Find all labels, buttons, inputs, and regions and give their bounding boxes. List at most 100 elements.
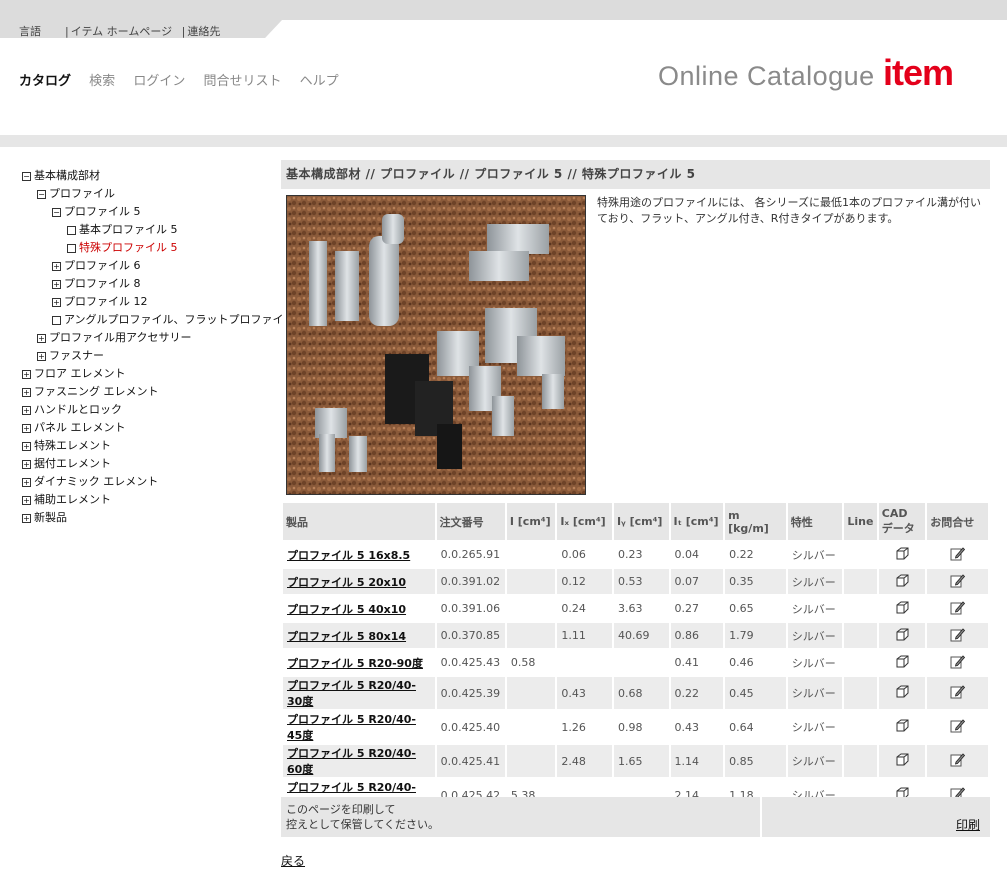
tree-node[interactable]: + 新製品 bbox=[22, 509, 284, 527]
cad-cube-icon[interactable] bbox=[883, 753, 922, 769]
collapse-icon[interactable]: − bbox=[37, 189, 46, 199]
product-link[interactable]: プロファイル 5 80x14 bbox=[287, 630, 406, 643]
tree-node-label[interactable]: ファスニング エレメント bbox=[34, 384, 159, 400]
tree-node-label[interactable]: ダイナミック エレメント bbox=[34, 474, 158, 490]
item-logo[interactable]: item bbox=[883, 52, 954, 94]
nav-login[interactable]: ログイン bbox=[133, 74, 185, 89]
inquiry-pencil-icon[interactable] bbox=[931, 627, 984, 645]
tree-node-label[interactable]: 新製品 bbox=[34, 510, 67, 526]
tree-node-label[interactable]: ハンドルとロック bbox=[34, 402, 122, 418]
column-header: 注文番号 bbox=[436, 503, 505, 540]
tree-node[interactable]: + ハンドルとロック bbox=[22, 401, 284, 419]
expand-icon[interactable]: + bbox=[22, 459, 31, 469]
contact-link[interactable]: 連絡先 bbox=[187, 25, 220, 38]
nav-help[interactable]: ヘルプ bbox=[300, 74, 339, 89]
cell-order: 0.0.370.85 bbox=[436, 623, 505, 648]
tree-node[interactable]: − プロファイル 5 bbox=[22, 203, 284, 221]
main-content: 基本構成部材 // プロファイル // プロファイル 5 // 特殊プロファイル… bbox=[281, 160, 990, 868]
tree-node-label[interactable]: パネル エレメント bbox=[34, 420, 126, 436]
expand-icon[interactable]: + bbox=[22, 387, 31, 397]
inquiry-pencil-icon[interactable] bbox=[931, 684, 984, 702]
language-link[interactable]: 言語 bbox=[19, 25, 41, 38]
tree-node[interactable]: + プロファイル用アクセサリー bbox=[22, 329, 284, 347]
expand-icon[interactable]: + bbox=[22, 513, 31, 523]
expand-icon[interactable]: + bbox=[22, 405, 31, 415]
product-link[interactable]: プロファイル 5 16x8.5 bbox=[287, 549, 410, 562]
collapse-icon[interactable]: − bbox=[52, 207, 61, 217]
expand-icon[interactable]: + bbox=[52, 279, 61, 289]
cell-prop: シルバー bbox=[787, 650, 843, 675]
tree-node-label[interactable]: プロファイル 12 bbox=[64, 294, 148, 310]
tree-node-label[interactable]: プロファイル 5 bbox=[64, 204, 141, 220]
product-link[interactable]: プロファイル 5 R20-90度 bbox=[287, 657, 423, 670]
tree-node[interactable]: + ファスニング エレメント bbox=[22, 383, 284, 401]
cad-cube-icon[interactable] bbox=[883, 685, 922, 701]
table-row: プロファイル 5 R20/40-45度 0.0.425.40 1.26 0.98 0.4… bbox=[283, 711, 988, 743]
tree-node-label[interactable]: プロファイル bbox=[49, 186, 115, 202]
product-link[interactable]: プロファイル 5 40x10 bbox=[287, 603, 406, 616]
inquiry-pencil-icon[interactable] bbox=[931, 718, 984, 736]
tree-node-label[interactable]: 据付エレメント bbox=[34, 456, 111, 472]
tree-node-label[interactable]: 補助エレメント bbox=[34, 492, 111, 508]
expand-icon[interactable]: + bbox=[22, 441, 31, 451]
nav-catalog[interactable]: カタログ bbox=[19, 74, 71, 89]
inquiry-pencil-icon[interactable] bbox=[931, 654, 984, 672]
product-link[interactable]: プロファイル 5 R20/40-30度 bbox=[287, 679, 416, 708]
home-link[interactable]: イテム ホームページ bbox=[71, 25, 172, 38]
cad-cube-icon[interactable] bbox=[883, 628, 922, 644]
tree-node[interactable]: − 基本構成部材 bbox=[22, 167, 284, 185]
tree-node[interactable]: + プロファイル 6 bbox=[22, 257, 284, 275]
expand-icon[interactable]: + bbox=[37, 351, 46, 361]
expand-icon[interactable]: + bbox=[22, 495, 31, 505]
product-link[interactable]: プロファイル 5 R20/40-45度 bbox=[287, 713, 416, 742]
tree-node[interactable]: + プロファイル 12 bbox=[22, 293, 284, 311]
expand-icon[interactable]: + bbox=[22, 477, 31, 487]
expand-icon[interactable]: + bbox=[52, 261, 61, 271]
tree-node[interactable]: + 据付エレメント bbox=[22, 455, 284, 473]
tree-node-label[interactable]: プロファイル用アクセサリー bbox=[49, 330, 191, 346]
product-name-cell: プロファイル 5 16x8.5 bbox=[283, 542, 435, 567]
tree-node-label[interactable]: プロファイル 8 bbox=[64, 276, 141, 292]
tree-node-label[interactable]: アングルプロファイル、フラットプロファイル bbox=[64, 312, 284, 328]
tree-node-label[interactable]: ファスナー bbox=[49, 348, 104, 364]
cad-cube-icon[interactable] bbox=[883, 655, 922, 671]
product-link[interactable]: プロファイル 5 R20/40-60度 bbox=[287, 747, 416, 776]
tree-node-label[interactable]: プロファイル 6 bbox=[64, 258, 141, 274]
tree-node[interactable]: アングルプロファイル、フラットプロファイル bbox=[22, 311, 284, 329]
collapse-icon[interactable]: − bbox=[22, 171, 31, 181]
cad-cube-icon[interactable] bbox=[883, 574, 922, 590]
back-link[interactable]: 戻る bbox=[281, 852, 305, 869]
expand-icon[interactable]: + bbox=[22, 369, 31, 379]
product-name-cell: プロファイル 5 R20-90度 bbox=[283, 650, 435, 675]
expand-icon[interactable]: + bbox=[52, 297, 61, 307]
tree-node-label[interactable]: 基本プロファイル 5 bbox=[79, 222, 178, 238]
tree-node[interactable]: + プロファイル 8 bbox=[22, 275, 284, 293]
cad-cube-icon[interactable] bbox=[883, 601, 922, 617]
tree-node[interactable]: + フロア エレメント bbox=[22, 365, 284, 383]
tree-node[interactable]: 基本プロファイル 5 bbox=[22, 221, 284, 239]
product-link[interactable]: プロファイル 5 20x10 bbox=[287, 576, 406, 589]
tree-node[interactable]: 特殊プロファイル 5 bbox=[22, 239, 284, 257]
inquiry-pencil-icon[interactable] bbox=[931, 546, 984, 564]
expand-icon[interactable]: + bbox=[37, 333, 46, 343]
inquiry-pencil-icon[interactable] bbox=[931, 752, 984, 770]
tree-node-label[interactable]: フロア エレメント bbox=[34, 366, 126, 382]
cad-cube-icon[interactable] bbox=[883, 547, 922, 563]
tree-node-label[interactable]: 特殊プロファイル 5 bbox=[79, 240, 178, 256]
inquiry-pencil-icon[interactable] bbox=[931, 600, 984, 618]
tree-node-label[interactable]: 特殊エレメント bbox=[34, 438, 111, 454]
expand-icon[interactable]: + bbox=[22, 423, 31, 433]
tree-node[interactable]: − プロファイル bbox=[22, 185, 284, 203]
tree-node[interactable]: + 特殊エレメント bbox=[22, 437, 284, 455]
cad-cube-icon[interactable] bbox=[883, 719, 922, 735]
tree-node[interactable]: + パネル エレメント bbox=[22, 419, 284, 437]
print-link[interactable]: 印刷 bbox=[956, 816, 980, 833]
nav-search[interactable]: 検索 bbox=[89, 74, 115, 89]
top-links: 言語 | イテム ホームページ | 連絡先 bbox=[19, 23, 224, 39]
tree-node[interactable]: + ファスナー bbox=[22, 347, 284, 365]
tree-node[interactable]: + ダイナミック エレメント bbox=[22, 473, 284, 491]
inquiry-pencil-icon[interactable] bbox=[931, 573, 984, 591]
tree-node-label[interactable]: 基本構成部材 bbox=[34, 168, 100, 184]
tree-node[interactable]: + 補助エレメント bbox=[22, 491, 284, 509]
nav-inquiry-list[interactable]: 問合せリスト bbox=[203, 74, 281, 89]
